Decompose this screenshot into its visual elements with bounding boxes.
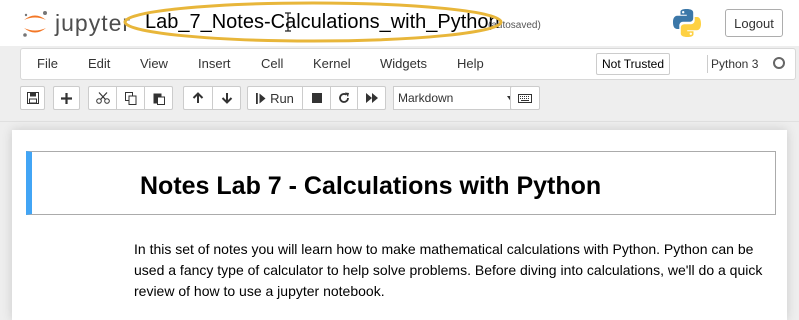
- notebook-page: Notes Lab 7 - Calculations with Python I…: [12, 130, 787, 320]
- jupyter-logo-icon: [23, 11, 47, 37]
- stop-icon: [311, 93, 322, 103]
- menu-kernel[interactable]: Kernel: [313, 56, 351, 71]
- command-palette-button[interactable]: [510, 86, 540, 110]
- cut-icon: [95, 92, 110, 104]
- kernel-idle-indicator-icon: [773, 57, 785, 69]
- restart-run-all-button[interactable]: [357, 86, 386, 110]
- cell-type-value: Markdown: [398, 91, 454, 105]
- menu-file[interactable]: File: [37, 56, 58, 71]
- arrow-down-icon: [221, 93, 232, 104]
- fast-forward-icon: [365, 93, 378, 103]
- paste-button[interactable]: [144, 86, 173, 110]
- cell-heading: Notes Lab 7 - Calculations with Python: [140, 172, 602, 200]
- run-label: Run: [270, 90, 294, 106]
- toolbar-group-insert: [53, 86, 80, 110]
- plus-icon: [61, 92, 72, 104]
- not-trusted-button[interactable]: Not Trusted: [596, 53, 670, 75]
- restart-kernel-button[interactable]: [330, 86, 358, 110]
- paste-icon: [153, 93, 165, 105]
- notebook-title[interactable]: Lab_7_Notes-Calculations_with_Python: [145, 11, 500, 34]
- menu-edit[interactable]: Edit: [88, 56, 110, 71]
- toolbar-group-run: Run: [247, 86, 386, 110]
- menu-view[interactable]: View: [140, 56, 168, 71]
- kernel-divider: [707, 55, 708, 73]
- notebook-container: Notes Lab 7 - Calculations with Python I…: [0, 121, 799, 320]
- autosave-status: (autosaved): [488, 20, 541, 31]
- move-down-button[interactable]: [212, 86, 241, 110]
- run-icon: [256, 92, 266, 104]
- menu-cell[interactable]: Cell: [261, 56, 283, 71]
- arrow-up-icon: [192, 92, 204, 103]
- menu-insert[interactable]: Insert: [198, 56, 231, 71]
- menubar: File Edit View Insert Cell Kernel Widget…: [20, 48, 796, 80]
- copy-button[interactable]: [116, 86, 145, 110]
- toolbar: Run Markdown: [20, 86, 799, 112]
- cell-type-select[interactable]: Markdown: [393, 86, 521, 110]
- menu-help[interactable]: Help: [457, 56, 484, 71]
- menu-widgets[interactable]: Widgets: [380, 56, 427, 71]
- toolbar-group-save: [20, 86, 45, 110]
- logout-button[interactable]: Logout: [725, 9, 783, 37]
- run-button[interactable]: Run: [247, 86, 303, 110]
- keyboard-icon: [518, 93, 532, 103]
- restart-icon: [339, 92, 349, 103]
- toolbar-group-move: [183, 86, 241, 110]
- cut-button[interactable]: [88, 86, 117, 110]
- header: jupyter Lab_7_Notes-Calculations_with_Py…: [0, 0, 799, 46]
- jupyter-wordmark: jupyter: [55, 10, 132, 36]
- copy-icon: [124, 91, 136, 105]
- jupyter-logo[interactable]: jupyter: [21, 9, 133, 39]
- toolbar-group-clipboard: [88, 86, 173, 110]
- toolbar-group-palette: [510, 86, 540, 110]
- interrupt-kernel-button[interactable]: [302, 86, 331, 110]
- save-icon: [26, 92, 39, 104]
- move-up-button[interactable]: [183, 86, 213, 110]
- python-logo-icon: [673, 9, 701, 37]
- cell-paragraph: In this set of notes you will learn how …: [134, 241, 763, 299]
- markdown-cell-selected[interactable]: Notes Lab 7 - Calculations with Python: [26, 151, 776, 215]
- kernel-name[interactable]: Python 3: [711, 57, 758, 71]
- text-cursor-icon: [285, 12, 291, 32]
- save-button[interactable]: [20, 86, 45, 110]
- insert-cell-button[interactable]: [53, 86, 80, 110]
